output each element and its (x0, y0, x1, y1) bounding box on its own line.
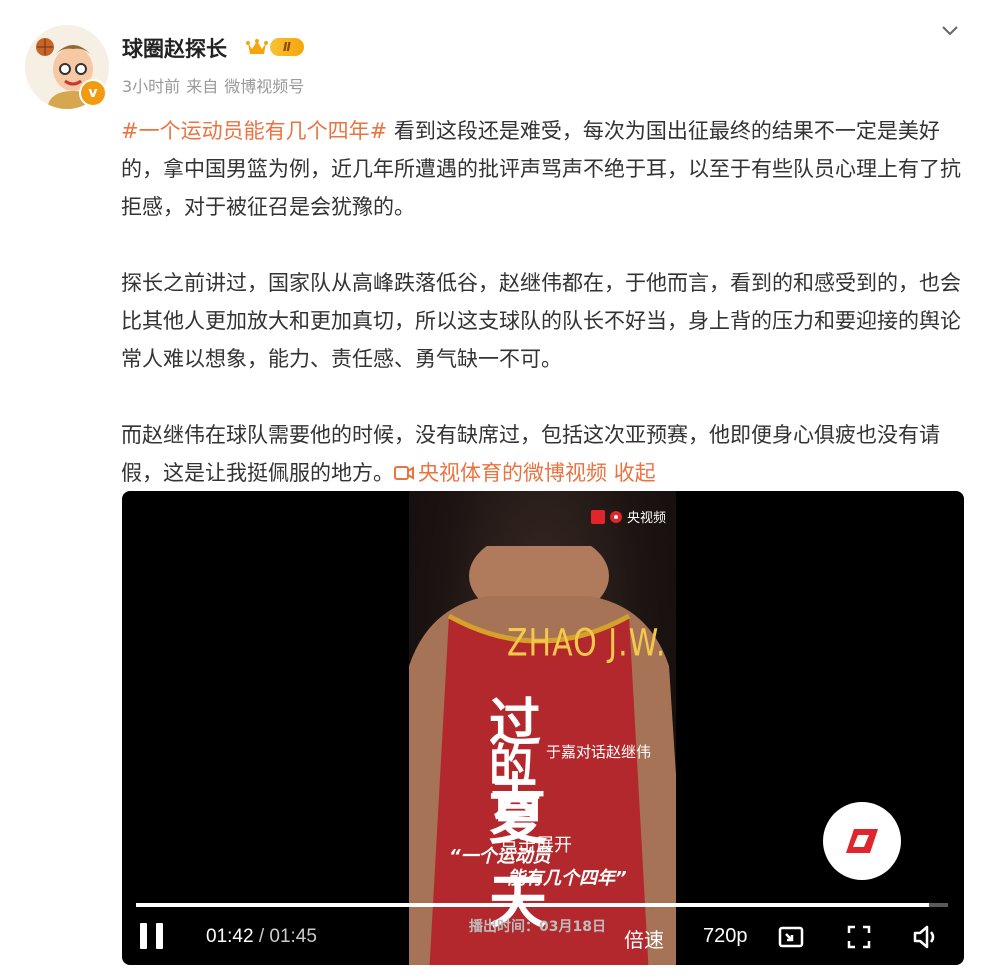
post-paragraph: 探长之前讲过，国家队从高峰跌落低谷，赵继伟都在，于他而言，看到的和感受到的，也会… (121, 264, 966, 378)
crown-icon (246, 39, 268, 54)
avatar[interactable]: v (25, 25, 109, 109)
video-controls: 01:42 / 01:45 倍速 720p (122, 911, 964, 965)
level-badge[interactable]: Ⅱ (270, 38, 304, 56)
time-separator: / (253, 926, 270, 947)
video-link-icon (394, 466, 414, 480)
cctv-app-button[interactable] (823, 802, 901, 880)
pause-icon[interactable] (137, 921, 167, 951)
video-player[interactable]: 央视频 ZHAO J.W. 过去 的 夏天 于嘉对话赵继伟 “一个运动员 能有几… (122, 491, 964, 965)
quote-line: 能有几个四年” (507, 868, 627, 889)
chevron-down-icon[interactable] (940, 20, 960, 40)
post-paragraph: 而赵继伟在球队需要他的时候，没有缺席过，包括这次亚预赛，他即便身心俱疲也没有请假… (121, 416, 966, 492)
expand-button[interactable]: 点击展开 (500, 831, 572, 857)
post-time[interactable]: 3小时前 (122, 77, 180, 96)
progress-bar[interactable] (136, 903, 948, 907)
video-subtitle: 于嘉对话赵继伟 (546, 743, 652, 761)
paragraph-text: 探长之前讲过，国家队从高峰跌落低谷，赵继伟都在，于他而言，看到的和感受到的，也会… (121, 271, 961, 371)
topic-link[interactable]: #一个运动员能有几个四年# (121, 119, 387, 143)
post-source[interactable]: 微博视频号 (224, 77, 304, 96)
cctv-watermark: 央视频 (590, 507, 666, 526)
current-time: 01:42 (206, 926, 254, 947)
video-frame[interactable]: 央视频 ZHAO J.W. 过去 的 夏天 于嘉对话赵继伟 “一个运动员 能有几… (409, 491, 676, 965)
quality-button[interactable]: 720p (703, 925, 748, 948)
picture-in-picture-icon[interactable] (777, 923, 805, 951)
collapse-link[interactable]: 收起 (614, 461, 656, 485)
cctv-dots-icon (609, 510, 622, 523)
post-paragraph: #一个运动员能有几个四年# 看到这段还是难受，每次为国出征最终的结果不一定是美好… (121, 112, 966, 226)
username[interactable]: 球圈赵探长 (122, 33, 227, 63)
duration: 01:45 (269, 926, 317, 947)
post-meta: 3小时前 来自 微博视频号 (122, 73, 310, 97)
speed-button[interactable]: 倍速 (624, 924, 664, 953)
cctv-app-icon (846, 829, 878, 853)
jersey-name: ZHAO J.W. (507, 621, 667, 666)
cctv-logo-icon (590, 509, 605, 524)
progress-fill (136, 903, 930, 907)
verified-icon: v (79, 79, 107, 107)
fullscreen-icon[interactable] (845, 923, 873, 951)
time-display: 01:42 / 01:45 (206, 926, 317, 948)
source-prefix: 来自 (186, 77, 219, 96)
video-link-label: 央视体育的微博视频 (418, 461, 607, 485)
video-link[interactable]: 央视体育的微博视频 (394, 461, 607, 485)
volume-icon[interactable] (911, 923, 939, 951)
post-body: #一个运动员能有几个四年# 看到这段还是难受，每次为国出征最终的结果不一定是美好… (121, 112, 966, 492)
watermark-label: 央视频 (626, 511, 666, 526)
